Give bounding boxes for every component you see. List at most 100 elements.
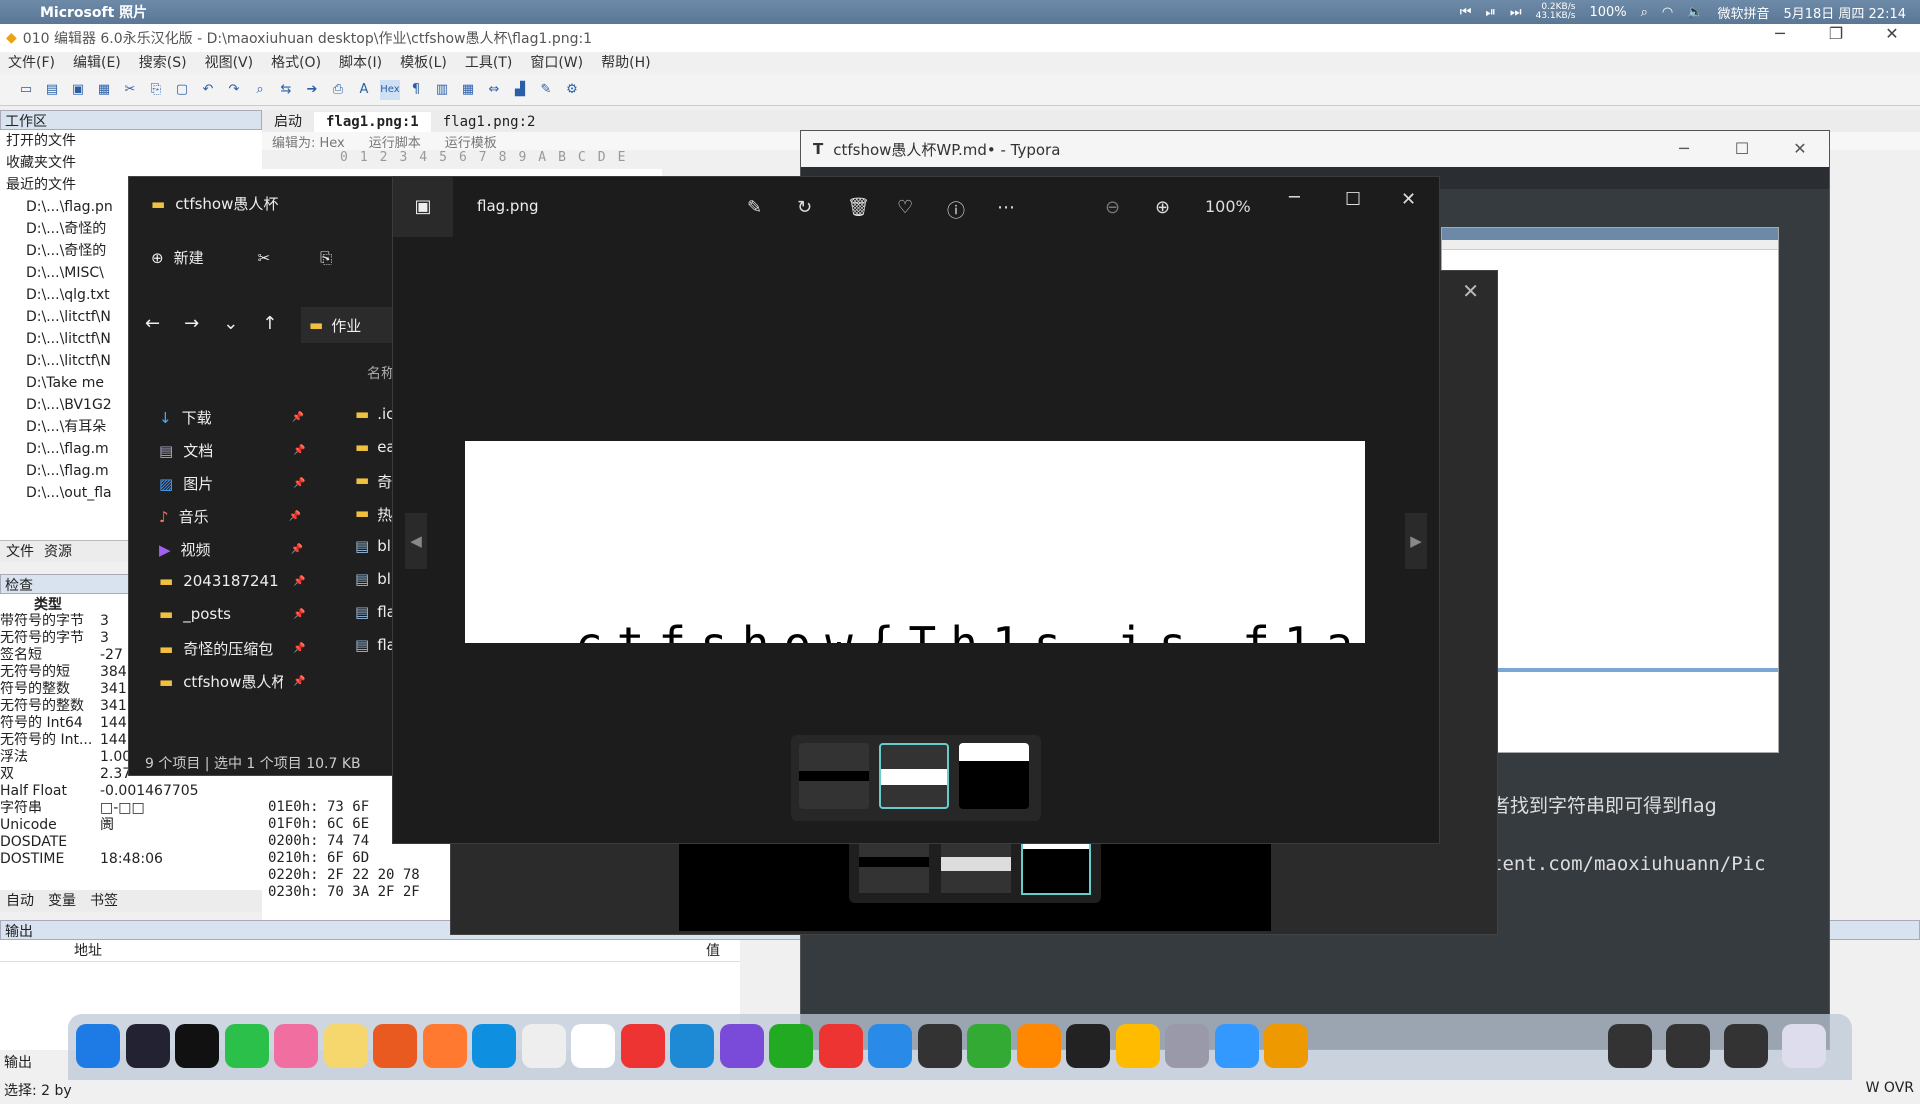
active-app-name[interactable]: Microsoft 照片 — [40, 2, 147, 22]
play-icon[interactable]: ⏯ — [1486, 5, 1496, 20]
new-file-icon[interactable]: ▭ — [16, 80, 36, 100]
address-bar[interactable]: ▬ 作业 — [301, 307, 399, 343]
zoom-out-icon[interactable]: ⊖ — [1105, 197, 1120, 218]
output-tab[interactable]: 输出 — [4, 1052, 32, 1072]
wifi-icon[interactable]: ◠ — [1662, 5, 1673, 20]
goto-icon[interactable]: ➔ — [302, 80, 322, 100]
replace-icon[interactable]: ⇆ — [276, 80, 296, 100]
next-arrow-icon[interactable]: ▶ — [1405, 513, 1427, 569]
font-icon[interactable]: A — [354, 80, 374, 100]
more-icon[interactable]: ⋯ — [997, 197, 1015, 218]
photo-image[interactable]: ctfshow{Th1s_is_f1ag} — [465, 441, 1365, 643]
nav-item[interactable]: ▬ 奇怪的压缩包 📌 — [159, 638, 306, 659]
zoom-level[interactable]: 100% — [1205, 197, 1251, 216]
menu-edit[interactable]: 编辑(E) — [73, 52, 121, 74]
minimize-button[interactable]: ─ — [1752, 24, 1808, 43]
sky-icon[interactable] — [1214, 1024, 1259, 1068]
launchpad-icon[interactable] — [125, 1024, 170, 1068]
close-icon[interactable]: ✕ — [1462, 279, 1479, 303]
column-name[interactable]: 名称 — [367, 363, 395, 383]
new-button[interactable]: 新建 — [174, 247, 204, 268]
delete-icon[interactable]: 🗑 — [847, 197, 870, 218]
trash-icon[interactable] — [1782, 1024, 1826, 1068]
run-template-dropdown[interactable]: 运行模板 — [445, 132, 497, 151]
edit-as-dropdown[interactable]: 编辑为: Hex — [272, 132, 345, 151]
zoom-in-icon[interactable]: ⊕ — [1155, 197, 1170, 218]
search-icon[interactable]: ⌕ — [1641, 5, 1648, 20]
notes-icon[interactable] — [323, 1024, 368, 1068]
file-item[interactable]: ▤ fla — [355, 603, 396, 621]
pin-icon[interactable]: 📌 — [293, 478, 305, 489]
tab-bookmarks[interactable]: 书签 — [90, 890, 118, 912]
nav-item[interactable]: ♪ 音乐 📌 — [159, 506, 301, 527]
terminal-window-2-icon[interactable] — [1666, 1024, 1710, 1068]
hex-row[interactable]: 0220h: 2F 22 20 78 — [268, 867, 420, 884]
close-button[interactable]: ✕ — [1401, 189, 1416, 210]
inspector-row[interactable]: Half Float -0.001467705 — [0, 783, 262, 800]
pin-icon[interactable]: 📌 — [293, 643, 305, 654]
back-icon[interactable]: ← — [145, 313, 160, 334]
edge-icon[interactable] — [472, 1024, 516, 1068]
previous-arrow-icon[interactable]: ◀ — [405, 513, 427, 569]
paragraph-icon[interactable]: ¶ — [406, 80, 426, 100]
chevron-down-icon[interactable]: ⌄ — [223, 313, 238, 334]
find-icon[interactable]: ⌕ — [250, 80, 270, 100]
bilibili-icon[interactable] — [274, 1024, 318, 1068]
firefox-icon[interactable] — [422, 1024, 467, 1068]
tab-flag1-2[interactable]: flag1.png:2 — [431, 112, 548, 132]
terminal-window-icon[interactable] — [1608, 1024, 1652, 1068]
forward-icon[interactable]: ⏭ — [1510, 5, 1522, 20]
pin-icon[interactable]: 📌 — [291, 544, 303, 555]
copy-icon[interactable]: ⎘ — [146, 80, 166, 100]
typora-icon[interactable] — [571, 1024, 615, 1068]
tab-resources[interactable]: 资源 — [44, 541, 72, 562]
gallery-icon[interactable]: ▣ — [393, 177, 453, 237]
file-item[interactable]: ▤ bl — [355, 570, 391, 588]
menu-search[interactable]: 搜索(S) — [139, 52, 187, 74]
thumbnail-3[interactable] — [959, 743, 1029, 809]
edit-image-icon[interactable]: ✎ — [747, 197, 762, 218]
undo-icon[interactable]: ↶ — [198, 80, 218, 100]
menu-template[interactable]: 模板(L) — [400, 52, 447, 74]
sparrow-icon[interactable] — [1264, 1024, 1308, 1068]
battery-level[interactable]: 100% — [1589, 5, 1626, 20]
hex-mode-icon[interactable]: Hex — [380, 79, 400, 100]
volume-icon[interactable]: 🔈 — [1687, 5, 1703, 20]
obs-icon[interactable] — [917, 1024, 962, 1068]
thumbnail-1[interactable] — [799, 743, 869, 809]
file-item[interactable]: ▬ 热 — [355, 504, 392, 525]
maximize-button[interactable]: ☐ — [1345, 189, 1361, 210]
file-item[interactable]: ▬ 奇 — [355, 471, 392, 492]
pycharm-icon[interactable] — [769, 1024, 813, 1068]
cut-icon[interactable]: ✂ — [120, 80, 140, 100]
typora-code[interactable]: tent.com/maoxiuhuann/Pic — [1491, 853, 1766, 875]
search-icon[interactable] — [1016, 1024, 1061, 1068]
paste-icon[interactable]: ▢ — [172, 80, 192, 100]
idea-icon[interactable] — [818, 1024, 863, 1068]
nav-item[interactable]: ▶ 视频 📌 — [159, 539, 303, 560]
nav-item[interactable]: ▬ 2043187241 📌 — [159, 572, 306, 590]
menu-view[interactable]: 视图(V) — [205, 52, 254, 74]
up-icon[interactable]: ↑ — [262, 313, 277, 334]
vs-icon[interactable] — [719, 1024, 764, 1068]
tab-files[interactable]: 文件 — [6, 541, 34, 562]
workspace-item[interactable]: 收藏夹文件 — [0, 152, 262, 174]
forward-icon[interactable]: → — [184, 313, 199, 334]
nav-item[interactable]: ↓ 下载 📌 — [159, 407, 304, 428]
calc-icon[interactable]: ▦ — [458, 80, 478, 100]
cut-icon[interactable]: ✂ — [258, 249, 271, 267]
file-item[interactable]: ▬ ea — [355, 438, 396, 456]
columns-icon[interactable]: ▥ — [432, 80, 452, 100]
pin-icon[interactable]: 📌 — [293, 676, 305, 687]
menu-format[interactable]: 格式(O) — [271, 52, 321, 74]
screenshot-icon[interactable] — [1724, 1024, 1768, 1068]
file-item[interactable]: ▤ bl — [355, 537, 391, 555]
menu-tools[interactable]: 工具(T) — [465, 52, 512, 74]
firefox-dev-icon[interactable] — [373, 1024, 417, 1068]
wechat-icon[interactable] — [224, 1024, 269, 1068]
inspector-row[interactable]: Unicode 阓 — [0, 817, 262, 834]
typora-maximize-button[interactable]: ☐ — [1713, 131, 1771, 167]
open-icon[interactable]: ▤ — [42, 80, 62, 100]
inspector-row[interactable]: 字符串 □-□□ — [0, 800, 262, 817]
datetime[interactable]: 5月18日 周四 22:14 — [1783, 3, 1906, 22]
